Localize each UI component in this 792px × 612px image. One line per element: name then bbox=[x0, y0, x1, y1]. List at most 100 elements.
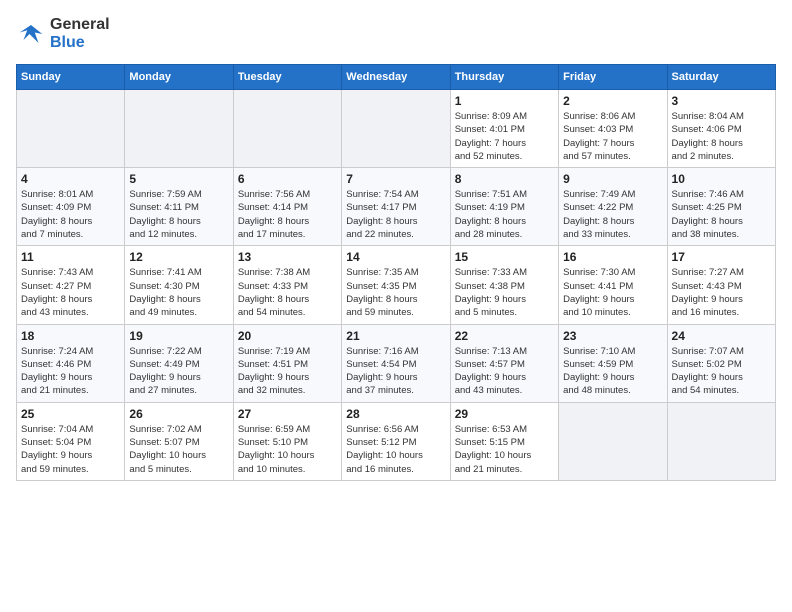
calendar-cell bbox=[17, 90, 125, 168]
day-detail: Sunrise: 7:13 AM Sunset: 4:57 PM Dayligh… bbox=[455, 345, 554, 398]
calendar-cell: 10 Sunrise: 7:46 AM Sunset: 4:25 PM Dayli… bbox=[667, 168, 775, 246]
calendar-cell: 14Sunrise: 7:35 AM Sunset: 4:35 PM Dayli… bbox=[342, 246, 450, 324]
day-number: 6 bbox=[238, 172, 337, 186]
day-detail: Sunrise: 7:49 AM Sunset: 4:22 PM Dayligh… bbox=[563, 188, 662, 241]
weekday-header: Tuesday bbox=[233, 65, 341, 90]
day-detail: Sunrise: 8:04 AM Sunset: 4:06 PM Dayligh… bbox=[672, 110, 771, 163]
calendar-cell: 21 Sunrise: 7:16 AM Sunset: 4:54 PM Dayli… bbox=[342, 324, 450, 402]
calendar-cell: 16Sunrise: 7:30 AM Sunset: 4:41 PM Dayli… bbox=[559, 246, 667, 324]
calendar-cell: 20 Sunrise: 7:19 AM Sunset: 4:51 PM Dayli… bbox=[233, 324, 341, 402]
logo: General Blue bbox=[16, 16, 110, 52]
calendar-week-row: 25Sunrise: 7:04 AM Sunset: 5:04 PM Dayli… bbox=[17, 402, 776, 480]
calendar-week-row: 4 Sunrise: 8:01 AM Sunset: 4:09 PM Daylig… bbox=[17, 168, 776, 246]
day-number: 8 bbox=[455, 172, 554, 186]
calendar-cell: 19Sunrise: 7:22 AM Sunset: 4:49 PM Dayli… bbox=[125, 324, 233, 402]
calendar-cell: 25Sunrise: 7:04 AM Sunset: 5:04 PM Dayli… bbox=[17, 402, 125, 480]
day-number: 10 bbox=[672, 172, 771, 186]
weekday-header: Wednesday bbox=[342, 65, 450, 90]
calendar-cell bbox=[342, 90, 450, 168]
day-number: 16 bbox=[563, 250, 662, 264]
day-detail: Sunrise: 8:06 AM Sunset: 4:03 PM Dayligh… bbox=[563, 110, 662, 163]
calendar-cell: 11 Sunrise: 7:43 AM Sunset: 4:27 PM Dayli… bbox=[17, 246, 125, 324]
day-number: 12 bbox=[129, 250, 228, 264]
day-number: 21 bbox=[346, 329, 445, 343]
calendar-cell: 18 Sunrise: 7:24 AM Sunset: 4:46 PM Dayli… bbox=[17, 324, 125, 402]
calendar-cell: 5 Sunrise: 7:59 AM Sunset: 4:11 PM Daylig… bbox=[125, 168, 233, 246]
day-number: 26 bbox=[129, 407, 228, 421]
calendar-cell bbox=[667, 402, 775, 480]
day-detail: Sunrise: 7:46 AM Sunset: 4:25 PM Dayligh… bbox=[672, 188, 771, 241]
day-number: 11 bbox=[21, 250, 120, 264]
calendar-cell: 4 Sunrise: 8:01 AM Sunset: 4:09 PM Daylig… bbox=[17, 168, 125, 246]
calendar-cell: 12 Sunrise: 7:41 AM Sunset: 4:30 PM Dayli… bbox=[125, 246, 233, 324]
day-detail: Sunrise: 7:43 AM Sunset: 4:27 PM Dayligh… bbox=[21, 266, 120, 319]
day-detail: Sunrise: 7:16 AM Sunset: 4:54 PM Dayligh… bbox=[346, 345, 445, 398]
day-number: 13 bbox=[238, 250, 337, 264]
day-number: 15 bbox=[455, 250, 554, 264]
calendar-cell: 6 Sunrise: 7:56 AM Sunset: 4:14 PM Daylig… bbox=[233, 168, 341, 246]
calendar-cell: 8Sunrise: 7:51 AM Sunset: 4:19 PM Daylig… bbox=[450, 168, 558, 246]
weekday-header: Friday bbox=[559, 65, 667, 90]
logo-text: General Blue bbox=[50, 16, 110, 52]
day-detail: Sunrise: 7:38 AM Sunset: 4:33 PM Dayligh… bbox=[238, 266, 337, 319]
day-detail: Sunrise: 7:33 AM Sunset: 4:38 PM Dayligh… bbox=[455, 266, 554, 319]
day-detail: Sunrise: 7:02 AM Sunset: 5:07 PM Dayligh… bbox=[129, 423, 228, 476]
weekday-header: Thursday bbox=[450, 65, 558, 90]
day-number: 18 bbox=[21, 329, 120, 343]
day-number: 24 bbox=[672, 329, 771, 343]
calendar-cell: 29 Sunrise: 6:53 AM Sunset: 5:15 PM Dayli… bbox=[450, 402, 558, 480]
day-number: 20 bbox=[238, 329, 337, 343]
calendar-cell: 27 Sunrise: 6:59 AM Sunset: 5:10 PM Dayli… bbox=[233, 402, 341, 480]
page-header: General Blue bbox=[16, 16, 776, 52]
day-detail: Sunrise: 7:54 AM Sunset: 4:17 PM Dayligh… bbox=[346, 188, 445, 241]
day-number: 3 bbox=[672, 94, 771, 108]
day-number: 27 bbox=[238, 407, 337, 421]
day-detail: Sunrise: 6:59 AM Sunset: 5:10 PM Dayligh… bbox=[238, 423, 337, 476]
day-detail: Sunrise: 7:35 AM Sunset: 4:35 PM Dayligh… bbox=[346, 266, 445, 319]
calendar-cell: 2 Sunrise: 8:06 AM Sunset: 4:03 PM Daylig… bbox=[559, 90, 667, 168]
day-number: 17 bbox=[672, 250, 771, 264]
day-detail: Sunrise: 7:10 AM Sunset: 4:59 PM Dayligh… bbox=[563, 345, 662, 398]
logo-icon bbox=[16, 19, 46, 49]
day-detail: Sunrise: 8:09 AM Sunset: 4:01 PM Dayligh… bbox=[455, 110, 554, 163]
day-number: 5 bbox=[129, 172, 228, 186]
day-number: 22 bbox=[455, 329, 554, 343]
day-detail: Sunrise: 7:59 AM Sunset: 4:11 PM Dayligh… bbox=[129, 188, 228, 241]
day-detail: Sunrise: 7:04 AM Sunset: 5:04 PM Dayligh… bbox=[21, 423, 120, 476]
day-number: 2 bbox=[563, 94, 662, 108]
calendar-cell bbox=[125, 90, 233, 168]
day-detail: Sunrise: 7:19 AM Sunset: 4:51 PM Dayligh… bbox=[238, 345, 337, 398]
calendar-week-row: 18 Sunrise: 7:24 AM Sunset: 4:46 PM Dayli… bbox=[17, 324, 776, 402]
calendar-cell bbox=[233, 90, 341, 168]
calendar-cell: 7 Sunrise: 7:54 AM Sunset: 4:17 PM Daylig… bbox=[342, 168, 450, 246]
day-detail: Sunrise: 7:41 AM Sunset: 4:30 PM Dayligh… bbox=[129, 266, 228, 319]
calendar-cell: 13 Sunrise: 7:38 AM Sunset: 4:33 PM Dayli… bbox=[233, 246, 341, 324]
day-detail: Sunrise: 8:01 AM Sunset: 4:09 PM Dayligh… bbox=[21, 188, 120, 241]
day-detail: Sunrise: 7:07 AM Sunset: 5:02 PM Dayligh… bbox=[672, 345, 771, 398]
day-detail: Sunrise: 7:27 AM Sunset: 4:43 PM Dayligh… bbox=[672, 266, 771, 319]
calendar-week-row: 1 Sunrise: 8:09 AM Sunset: 4:01 PM Daylig… bbox=[17, 90, 776, 168]
day-number: 23 bbox=[563, 329, 662, 343]
day-number: 1 bbox=[455, 94, 554, 108]
calendar-cell: 15 Sunrise: 7:33 AM Sunset: 4:38 PM Dayli… bbox=[450, 246, 558, 324]
day-detail: Sunrise: 6:56 AM Sunset: 5:12 PM Dayligh… bbox=[346, 423, 445, 476]
day-detail: Sunrise: 7:22 AM Sunset: 4:49 PM Dayligh… bbox=[129, 345, 228, 398]
day-number: 7 bbox=[346, 172, 445, 186]
calendar-cell: 17 Sunrise: 7:27 AM Sunset: 4:43 PM Dayli… bbox=[667, 246, 775, 324]
calendar-cell bbox=[559, 402, 667, 480]
day-number: 9 bbox=[563, 172, 662, 186]
calendar-cell: 9 Sunrise: 7:49 AM Sunset: 4:22 PM Daylig… bbox=[559, 168, 667, 246]
calendar-cell: 3 Sunrise: 8:04 AM Sunset: 4:06 PM Daylig… bbox=[667, 90, 775, 168]
calendar-cell: 23 Sunrise: 7:10 AM Sunset: 4:59 PM Dayli… bbox=[559, 324, 667, 402]
weekday-header: Saturday bbox=[667, 65, 775, 90]
calendar-cell: 28 Sunrise: 6:56 AM Sunset: 5:12 PM Dayli… bbox=[342, 402, 450, 480]
day-detail: Sunrise: 6:53 AM Sunset: 5:15 PM Dayligh… bbox=[455, 423, 554, 476]
calendar-cell: 26 Sunrise: 7:02 AM Sunset: 5:07 PM Dayli… bbox=[125, 402, 233, 480]
day-number: 29 bbox=[455, 407, 554, 421]
day-number: 4 bbox=[21, 172, 120, 186]
day-number: 28 bbox=[346, 407, 445, 421]
calendar-table: SundayMondayTuesdayWednesdayThursdayFrid… bbox=[16, 64, 776, 481]
day-detail: Sunrise: 7:24 AM Sunset: 4:46 PM Dayligh… bbox=[21, 345, 120, 398]
calendar-cell: 24 Sunrise: 7:07 AM Sunset: 5:02 PM Dayli… bbox=[667, 324, 775, 402]
day-detail: Sunrise: 7:56 AM Sunset: 4:14 PM Dayligh… bbox=[238, 188, 337, 241]
